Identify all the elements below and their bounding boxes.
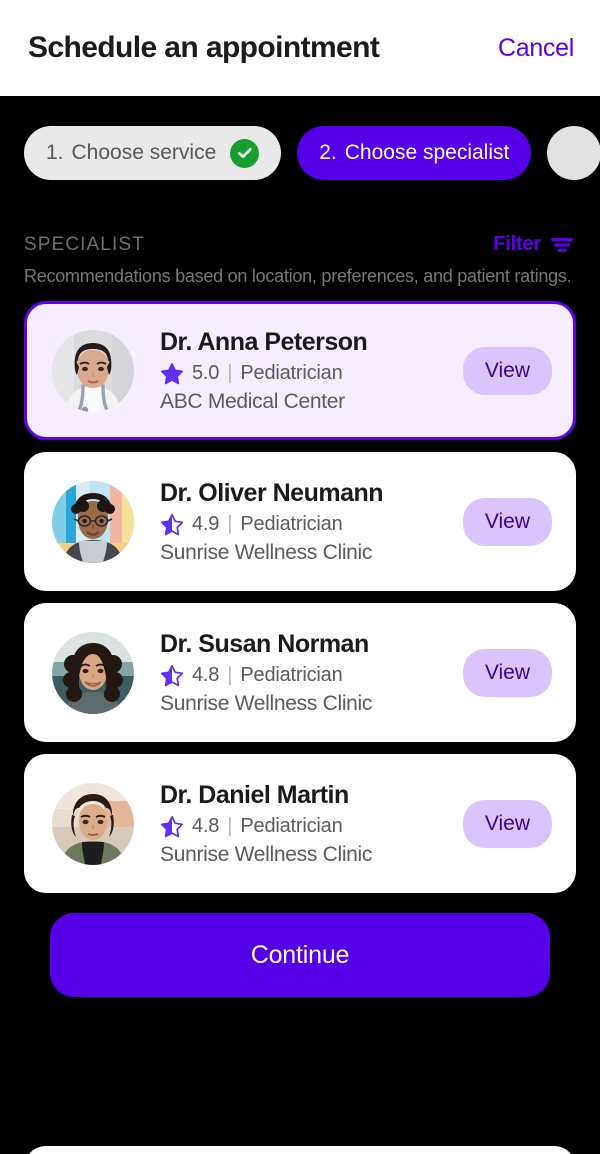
specialist-section-header: SPECIALIST Filter Recommendations based …	[0, 233, 600, 287]
specialist-rating-row: 5.0 | Pediatrician	[160, 362, 463, 386]
appointment-screen: Schedule an appointment Cancel 1. Choose…	[0, 0, 600, 1154]
step-label: Choose specialist	[344, 141, 510, 164]
specialist-card[interactable]: Dr. Oliver Neumann 4.9 | Pediatrician Su…	[24, 452, 576, 591]
specialist-card[interactable]: Dr. Susan Norman 4.8 | Pediatrician Sunr…	[24, 603, 576, 742]
step-label: Choose service	[71, 141, 217, 164]
clinic-name: Sunrise Wellness Clinic	[160, 842, 373, 866]
step-progress-bar: 1. Choose service 2. Choose specialist	[0, 126, 600, 180]
cancel-button[interactable]: Cancel	[498, 34, 574, 63]
rating-separator: |	[227, 362, 233, 384]
star-icon-half	[160, 513, 184, 537]
continue-button-container: Continue	[0, 913, 600, 997]
specialty-label: Pediatrician	[240, 815, 343, 837]
next-card-peek	[24, 1146, 576, 1154]
specialist-name: Dr. Oliver Neumann	[160, 478, 384, 507]
rating-separator: |	[227, 815, 233, 837]
specialist-info: Dr. Anna Peterson 5.0 | Pediatrician ABC…	[134, 328, 463, 414]
step-pill-choose-service[interactable]: 1. Choose service	[24, 126, 282, 180]
specialist-name: Dr. Daniel Martin	[160, 780, 349, 809]
rating-separator: |	[227, 664, 233, 686]
step-pill-choose-specialist[interactable]: 2. Choose specialist	[297, 126, 532, 180]
specialist-rating-row: 4.8 | Pediatrician	[160, 815, 463, 839]
specialist-rating-row: 4.9 | Pediatrician	[160, 513, 463, 537]
specialist-info: Dr. Susan Norman 4.8 | Pediatrician Sunr…	[134, 630, 463, 716]
specialist-info: Dr. Daniel Martin 4.8 | Pediatrician Sun…	[134, 781, 463, 867]
screen-header: Schedule an appointment Cancel	[0, 0, 600, 96]
step-number: 1.	[46, 141, 64, 164]
view-button[interactable]: View	[462, 648, 552, 697]
continue-button[interactable]: Continue	[50, 913, 550, 997]
clinic-name: Sunrise Wellness Clinic	[160, 691, 373, 715]
specialist-list: Dr. Anna Peterson 5.0 | Pediatrician ABC…	[0, 301, 600, 905]
rating-value: 4.8	[192, 664, 220, 686]
step-pill-next-partial[interactable]	[547, 126, 600, 180]
clinic-name: ABC Medical Center	[160, 389, 345, 413]
section-subtitle: Recommendations based on location, prefe…	[24, 266, 572, 286]
rating-value: 4.9	[192, 513, 220, 535]
avatar-susan-norman	[52, 631, 134, 714]
rating-separator: |	[227, 513, 233, 535]
view-button[interactable]: View	[462, 346, 552, 395]
specialist-rating-row: 4.8 | Pediatrician	[160, 664, 463, 688]
specialist-card[interactable]: Dr. Daniel Martin 4.8 | Pediatrician Sun…	[24, 754, 576, 893]
rating-value: 5.0	[192, 362, 220, 384]
specialist-card[interactable]: Dr. Anna Peterson 5.0 | Pediatrician ABC…	[24, 301, 576, 440]
star-icon-half	[160, 664, 184, 688]
rating-value: 4.8	[192, 815, 220, 837]
specialist-name: Dr. Anna Peterson	[160, 327, 368, 356]
avatar-anna-peterson	[52, 329, 134, 412]
view-button[interactable]: View	[462, 799, 552, 848]
specialty-label: Pediatrician	[240, 664, 343, 686]
star-icon-half	[160, 815, 184, 839]
star-icon-full	[160, 362, 184, 386]
specialist-info: Dr. Oliver Neumann 4.9 | Pediatrician Su…	[134, 479, 463, 565]
view-button[interactable]: View	[462, 497, 552, 546]
page-title: Schedule an appointment	[28, 31, 380, 64]
avatar-daniel-martin	[52, 782, 134, 865]
check-circle-icon	[230, 138, 260, 168]
step-number: 2.	[319, 141, 337, 164]
section-label: SPECIALIST	[24, 233, 145, 255]
clinic-name: Sunrise Wellness Clinic	[160, 540, 373, 564]
specialty-label: Pediatrician	[240, 362, 343, 384]
specialist-name: Dr. Susan Norman	[160, 629, 369, 658]
specialty-label: Pediatrician	[240, 513, 343, 535]
section-header-row: SPECIALIST Filter	[24, 233, 574, 256]
filter-label: Filter	[493, 233, 541, 255]
filter-lines-icon	[550, 236, 574, 254]
filter-button[interactable]: Filter	[493, 233, 574, 256]
avatar-oliver-neumann	[52, 480, 134, 563]
